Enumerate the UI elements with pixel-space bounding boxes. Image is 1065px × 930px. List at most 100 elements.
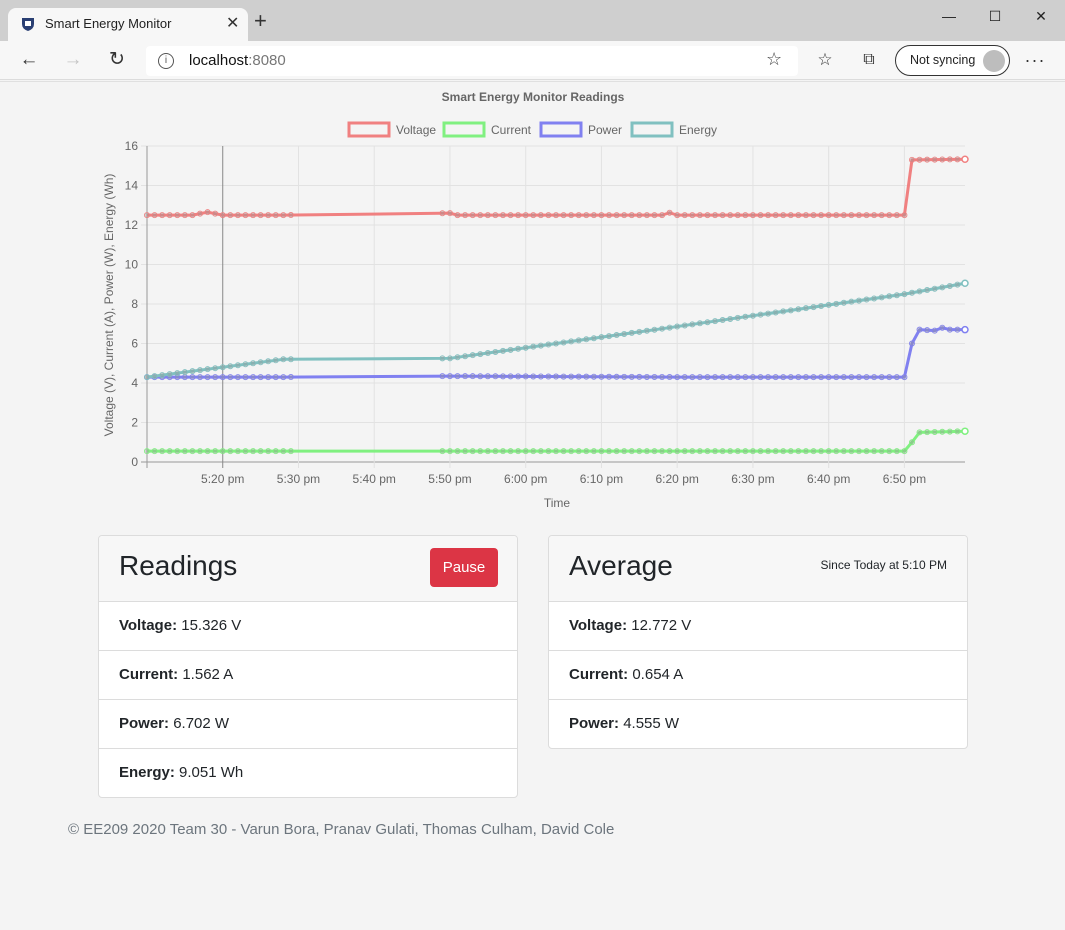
data-point [613,448,620,455]
data-point [522,344,529,351]
url-text[interactable]: localhost:8080 [189,52,286,69]
data-point [628,373,635,380]
data-point [651,373,658,380]
data-point [696,448,703,455]
window-close-icon[interactable]: ✕ [1026,6,1056,26]
data-point [765,448,772,455]
data-point [636,212,643,219]
data-point [272,374,279,381]
data-point [606,333,613,340]
average-row-voltage: Voltage: 12.772 V [549,602,967,651]
data-point [568,373,575,380]
maximize-icon[interactable]: ☐ [980,6,1010,26]
data-point [666,324,673,331]
data-point [886,374,893,381]
data-point [643,373,650,380]
average-value: 12.772 V [631,617,692,634]
collections-icon[interactable]: ⧉ [857,49,881,73]
data-point [704,319,711,326]
data-point [272,212,279,219]
data-point [553,373,560,380]
data-point [242,212,249,219]
data-point [908,340,915,347]
y-axis-ticks: 0 2 4 6 8 10 12 14 16 [125,139,139,469]
data-point [575,337,582,344]
data-point [522,373,529,380]
data-point [606,373,613,380]
refresh-icon[interactable]: ↻ [105,49,129,73]
data-point [704,448,711,455]
data-point [598,334,605,341]
data-point [234,362,241,369]
data-point [250,448,257,455]
legend-swatch [539,121,583,138]
new-tab-icon[interactable]: + [254,10,267,32]
data-point [939,156,946,163]
add-favorite-star-icon[interactable]: ☆ [766,49,782,70]
data-point [924,429,931,436]
data-point [893,212,900,219]
data-point [568,338,575,345]
data-point [908,439,915,446]
data-point [227,212,234,219]
data-point [537,342,544,349]
favorites-icon[interactable]: ☆ [813,49,837,73]
data-point [462,212,469,219]
data-point [651,326,658,333]
average-card-header: Average Since Today at 5:10 PM [549,536,967,602]
data-point [204,374,211,381]
data-point [257,374,264,381]
profile-sync-button[interactable]: Not syncing [895,45,1010,76]
x-tick-label: 6:50 pm [883,472,926,486]
legend-label: Energy [679,123,717,137]
data-point [780,212,787,219]
data-point [272,448,279,455]
data-point [469,212,476,219]
browser-tab[interactable]: Smart Energy Monitor ✕ [8,8,248,41]
data-point [454,373,461,380]
data-point [583,373,590,380]
data-point [765,212,772,219]
data-point [727,448,734,455]
back-arrow-icon[interactable]: ← [17,49,41,73]
data-point [143,374,150,381]
x-tick-label: 6:10 pm [580,472,623,486]
data-point [553,448,560,455]
data-point [560,212,567,219]
readings-title: Readings [119,550,238,581]
data-point [219,448,226,455]
legend-label: Voltage [396,123,436,137]
data-point [878,448,885,455]
close-tab-icon[interactable]: ✕ [226,15,239,33]
more-menu-icon[interactable]: ··· [1023,49,1047,73]
data-point [189,448,196,455]
data-point [598,448,605,455]
data-point [795,306,802,313]
reading-value: 9.051 Wh [179,764,244,781]
data-point [954,428,961,435]
x-axis-label: Time [544,496,571,510]
site-info-icon[interactable]: i [158,53,174,69]
data-point [446,373,453,380]
data-point [848,374,855,381]
data-point [484,350,491,357]
data-point [462,373,469,380]
data-point [197,367,204,374]
address-bar[interactable]: i localhost:8080 ☆ [146,46,798,76]
data-point [189,212,196,219]
data-point [197,210,204,217]
sync-label: Not syncing [910,53,976,67]
forward-arrow-icon[interactable]: → [61,49,85,73]
reading-label: Voltage: [119,617,178,634]
data-point [901,291,908,298]
pause-button[interactable]: Pause [430,548,498,587]
data-point [606,448,613,455]
data-point [560,339,567,346]
data-point [159,212,166,219]
legend-label: Power [588,123,622,137]
y-tick-label: 0 [131,455,138,469]
data-point [712,318,719,325]
y-tick-label: 6 [131,337,138,351]
data-point [606,212,613,219]
minimize-icon[interactable]: — [934,6,964,26]
